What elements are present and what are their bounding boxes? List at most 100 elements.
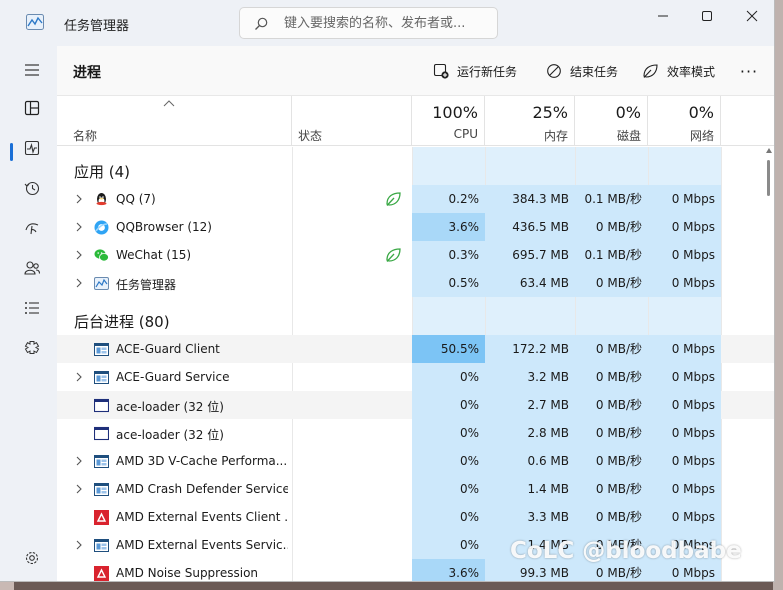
run-new-task-icon [433, 63, 449, 79]
table-row[interactable]: AMD Crash Defender Service 0% 1.4 MB 0 MB/秒… [57, 475, 774, 503]
table-row[interactable]: 任务管理器 0.5% 63.4 MB 0 MB/秒 0 Mbps [57, 269, 774, 297]
chevron-right-icon[interactable] [74, 539, 84, 551]
column-header-status[interactable]: 状态 [292, 96, 412, 146]
column-header-cpu[interactable]: 100% CPU [412, 96, 485, 146]
process-name: ACE-Guard Client [116, 342, 220, 356]
chevron-right-icon[interactable] [74, 371, 84, 383]
column-header-name[interactable]: 名称 [57, 96, 292, 146]
network-value: 0 Mbps [648, 213, 721, 241]
disk-value: 0 MB/秒 [575, 391, 648, 419]
amd-icon [94, 566, 109, 581]
table-row[interactable]: QQ (7) 0.2% 384.3 MB 0.1 MB/秒 0 Mbps [57, 185, 774, 213]
qq-icon [96, 193, 107, 206]
scroll-up-arrow-icon[interactable] [766, 148, 772, 154]
cpu-value: 0% [412, 531, 485, 559]
process-name: AMD Noise Suppression [116, 566, 259, 580]
column-header-disk[interactable]: 0% 磁盘 [575, 96, 648, 146]
cpu-value: 0% [412, 475, 485, 503]
page-title: 进程 [73, 65, 101, 81]
run-new-task-label: 运行新任务 [457, 64, 518, 79]
end-task-label: 结束任务 [570, 64, 619, 79]
window-title: 任务管理器 [64, 19, 130, 34]
cpu-value: 0.3% [412, 241, 485, 269]
network-value: 0 Mbps [648, 185, 721, 213]
efficiency-mode-button[interactable]: 效率模式 [642, 58, 715, 84]
sidebar-item-app-history[interactable] [12, 172, 52, 204]
maximize-button[interactable] [684, 0, 730, 32]
cpu-column-label: CPU [453, 127, 478, 141]
process-name: ace-loader (32 位) [116, 400, 224, 414]
minimize-button[interactable] [640, 0, 686, 32]
chevron-right-icon[interactable] [74, 455, 84, 467]
table-row[interactable]: ACE-Guard Client 50.5% 172.2 MB 0 MB/秒 0 Mbp… [57, 335, 774, 363]
search-box[interactable] [239, 7, 498, 39]
sidebar-menu-toggle[interactable] [12, 54, 52, 86]
chevron-right-icon[interactable] [74, 193, 84, 205]
column-name-label: 名称 [73, 129, 98, 143]
disk-value: 0 MB/秒 [575, 363, 648, 391]
table-row[interactable]: WeChat (15) 0.3% 695.7 MB 0.1 MB/秒 0 Mbps [57, 241, 774, 269]
process-name: QQBrowser (12) [116, 220, 212, 234]
cpu-value: 0% [412, 363, 485, 391]
end-task-button[interactable]: 结束任务 [546, 58, 618, 84]
run-new-task-button[interactable]: 运行新任务 [433, 58, 517, 84]
end-task-icon [547, 64, 561, 78]
column-header: 名称 状态 100% CPU 25% 内存 0% 磁盘 0% 网络 [57, 96, 774, 146]
window-app-icon [94, 455, 109, 468]
sidebar-item-processes[interactable] [12, 92, 52, 124]
disk-value: 0.1 MB/秒 [575, 241, 648, 269]
disk-value: 0 MB/秒 [575, 419, 648, 447]
disk-value: 0.1 MB/秒 [575, 185, 648, 213]
process-name: WeChat (15) [116, 248, 192, 262]
task-manager-icon [94, 277, 109, 290]
maximize-icon [702, 11, 712, 21]
sidebar-item-settings[interactable] [12, 542, 52, 574]
memory-value: 436.5 MB [485, 213, 575, 241]
process-name: AMD External Events Servic... [116, 538, 288, 552]
chevron-right-icon[interactable] [74, 249, 84, 261]
sidebar-item-performance[interactable] [12, 132, 52, 164]
title-bar: 任务管理器 [0, 0, 774, 46]
memory-value: 172.2 MB [485, 335, 575, 363]
close-button[interactable] [729, 0, 774, 32]
table-row[interactable]: ace-loader (32 位) 0% 2.7 MB 0 MB/秒 0 Mbps [57, 391, 774, 419]
column-header-memory[interactable]: 25% 内存 [485, 96, 575, 146]
chevron-right-icon[interactable] [74, 483, 84, 495]
network-value: 0 Mbps [648, 363, 721, 391]
sidebar-item-users[interactable] [12, 252, 52, 284]
cpu-value: 0.2% [412, 185, 485, 213]
column-header-network[interactable]: 0% 网络 [648, 96, 721, 146]
disk-value: 0 MB/秒 [575, 447, 648, 475]
more-options-button[interactable]: ··· [737, 58, 761, 84]
processes-page: 进程 运行新任务 结束任务 效率模式 ··· 名称 状态 100% CPU 25… [57, 46, 774, 581]
disk-value: 0 MB/秒 [575, 269, 648, 297]
cpu-value: 0.5% [412, 269, 485, 297]
table-row[interactable]: ace-loader (32 位) 0% 2.8 MB 0 MB/秒 0 Mbps [57, 419, 774, 447]
network-total-percent: 0% [688, 103, 714, 122]
memory-value: 695.7 MB [485, 241, 575, 269]
sidebar-item-details[interactable] [12, 292, 52, 324]
chevron-right-icon[interactable] [74, 221, 84, 233]
efficiency-leaf-icon [386, 248, 401, 262]
table-row[interactable]: QQBrowser (12) 3.6% 436.5 MB 0 MB/秒 0 Mbps [57, 213, 774, 241]
hamburger-icon [25, 64, 39, 76]
table-row[interactable]: AMD 3D V-Cache Performa... 0% 0.6 MB 0 MB/秒… [57, 447, 774, 475]
scrollbar-thumb[interactable] [767, 160, 770, 196]
sidebar-item-startup-apps[interactable] [12, 212, 52, 244]
cpu-value: 0% [412, 503, 485, 531]
group-title-background: 后台进程 (80) [74, 313, 170, 331]
network-value: 0 Mbps [648, 335, 721, 363]
amd-icon [94, 510, 109, 525]
sidebar-item-services[interactable] [12, 332, 52, 364]
table-row[interactable]: AMD External Events Client ... 0% 3.3 MB 0 … [57, 503, 774, 531]
leaf-icon [643, 64, 658, 78]
efficiency-leaf-icon [386, 192, 401, 206]
task-manager-app-icon [26, 14, 44, 30]
search-input[interactable] [284, 14, 489, 32]
search-icon [255, 17, 268, 30]
vertical-scrollbar[interactable] [765, 146, 772, 206]
table-row[interactable]: ACE-Guard Service 0% 3.2 MB 0 MB/秒 0 Mbps [57, 363, 774, 391]
disk-value: 0 MB/秒 [575, 475, 648, 503]
chevron-right-icon[interactable] [74, 277, 84, 289]
settings-icon [25, 551, 39, 565]
